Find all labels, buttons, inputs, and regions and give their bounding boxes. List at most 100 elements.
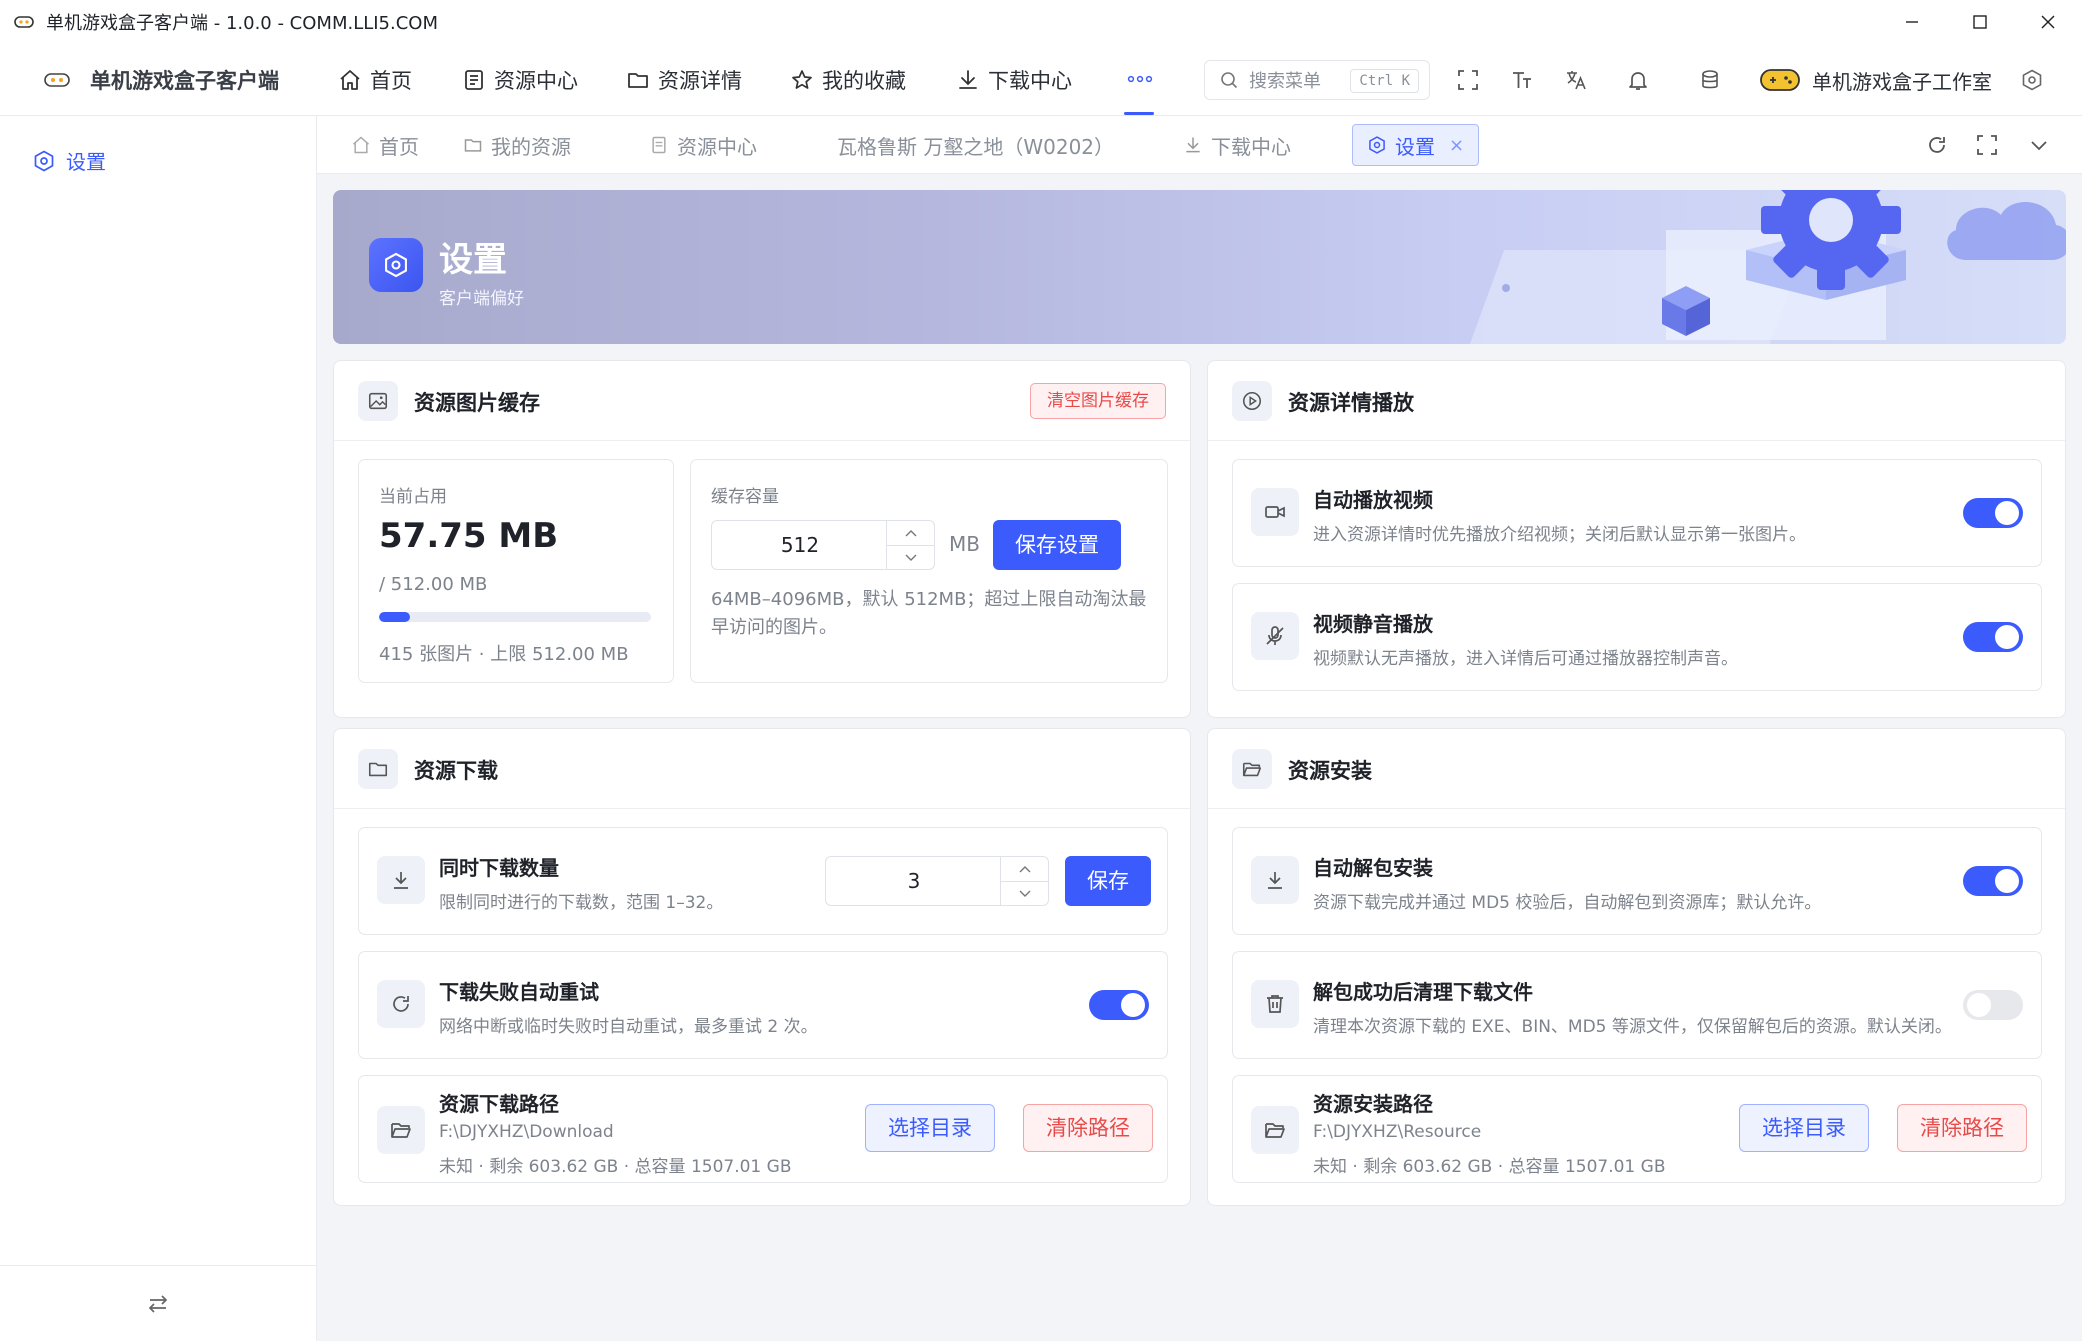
save-concurrent-button[interactable]: 保存 [1065,856,1151,906]
chevron-down-icon[interactable] [2027,133,2051,157]
minimize-button[interactable] [1878,0,1946,44]
fullscreen-icon[interactable] [1456,68,1480,92]
playback-card: 资源详情播放 自动播放视频 进入资源详情时优先播放介绍视频；关闭后默认显示第一张… [1207,360,2066,718]
active-nav-indicator [1124,112,1154,115]
auto-unpack-toggle[interactable] [1963,866,2023,896]
settings-banner: 设置 客户端偏好 [333,190,2066,344]
increment-button[interactable] [1001,857,1048,881]
save-settings-button[interactable]: 保存设置 [993,520,1121,570]
nav-download-center-label: 下载中心 [988,69,1072,93]
clear-install-path-button[interactable]: 清除路径 [1897,1104,2027,1152]
install-path-value: F:\DJYXHZ\Resource [1313,1122,1482,1142]
card-title: 资源图片缓存 [414,391,540,415]
concurrent-value[interactable]: 3 [826,857,1002,905]
retry-toggle[interactable] [1089,990,1149,1020]
setting-row-auto-unpack: 自动解包安装 资源下载完成并通过 MD5 校验后，自动解包到资源库；默认允许。 [1232,827,2042,935]
nav-download-center[interactable]: 下载中心 [956,64,1072,96]
search-shortcut: Ctrl K [1350,69,1419,93]
star-icon [790,68,822,92]
menu-search[interactable]: 搜索菜单 Ctrl K [1204,60,1430,100]
nav-more[interactable] [1124,58,1156,100]
close-button[interactable] [2014,0,2082,44]
setting-row-cleanup: 解包成功后清理下载文件 清理本次资源下载的 EXE、BIN、MD5 等源文件，仅… [1232,951,2042,1059]
brand-name: 单机游戏盒子客户端 [90,69,279,93]
card-title: 资源下载 [414,759,498,783]
capacity-label: 缓存容量 [711,487,779,507]
download-path-value: F:\DJYXHZ\Download [439,1122,614,1142]
row-description: 视频默认无声播放，进入详情后可通过播放器控制声音。 [1313,649,1738,669]
row-description: 限制同时进行的下载数，范围 1–32。 [439,893,724,913]
nav-resource-center[interactable]: 资源中心 [462,64,578,96]
sidebar-collapse-button[interactable] [0,1265,316,1341]
setting-row-download-path: 资源下载路径 F:\DJYXHZ\Download 未知 · 剩余 603.62… [358,1075,1168,1183]
toggle-knob [1995,501,2019,525]
row-title: 自动播放视频 [1313,488,1433,512]
translate-icon[interactable] [1564,68,1588,92]
cache-capacity-box: 缓存容量 512 MB 保存设置 64MB–4096MB，默认 512MB；超过… [690,459,1168,683]
folder-open-icon [377,1106,425,1154]
tab-resource-detail[interactable]: 瓦格鲁斯 万壑之地（W0202） [837,124,1114,166]
cache-footer: 415 张图片 · 上限 512.00 MB [379,644,629,665]
tab-home[interactable]: 首页 [351,124,419,166]
tab-settings[interactable]: 设置 × [1352,124,1480,166]
gamepad-icon [14,12,34,32]
brand[interactable]: 单机游戏盒子客户端 [44,64,279,96]
tab-close-icon[interactable]: × [1449,135,1464,156]
trash-icon [1251,980,1299,1028]
nav-home[interactable]: 首页 [338,64,412,96]
autoplay-toggle[interactable] [1963,498,2023,528]
increment-button[interactable] [887,521,934,545]
choose-install-dir-button[interactable]: 选择目录 [1739,1104,1869,1152]
sidebar-item-settings[interactable]: 设置 [32,146,106,175]
nav-favorites[interactable]: 我的收藏 [790,64,906,96]
swap-arrows-icon [146,1292,170,1316]
nav-resource-detail[interactable]: 资源详情 [626,64,742,96]
download-icon [377,856,425,904]
maximize-button[interactable] [1946,0,2014,44]
folder-open-icon [1251,1106,1299,1154]
card-header: 资源下载 [334,729,1190,809]
clear-image-cache-button[interactable]: 清空图片缓存 [1030,383,1166,419]
studio-account[interactable]: 单机游戏盒子工作室 [1760,64,1992,96]
decrement-button[interactable] [1001,881,1048,905]
capacity-stepper[interactable]: 512 [711,520,935,570]
toggle-knob [1995,625,2019,649]
close-icon [2040,14,2056,30]
cleanup-toggle[interactable] [1963,990,2023,1020]
folder-icon [626,68,658,92]
choose-download-dir-button[interactable]: 选择目录 [865,1104,995,1152]
bell-icon[interactable] [1626,68,1650,92]
refresh-icon[interactable] [1925,133,1949,157]
concurrent-stepper[interactable]: 3 [825,856,1049,906]
install-disk-space: 未知 · 剩余 603.62 GB · 总容量 1507.01 GB [1313,1157,1666,1177]
search-placeholder: 搜索菜单 [1249,71,1321,92]
tab-my-resources[interactable]: 我的资源 [463,124,571,166]
tab-label: 我的资源 [491,134,571,159]
database-icon[interactable] [1698,68,1722,92]
toggle-knob [1967,993,1991,1017]
tab-resource-center[interactable]: 资源中心 [649,124,757,166]
tab-download-center[interactable]: 下载中心 [1183,124,1291,166]
folder-open-icon [1232,749,1272,789]
toggle-knob [1995,869,2019,893]
tab-label: 设置 [1395,134,1435,159]
capacity-value[interactable]: 512 [712,521,888,569]
settings-gear-icon[interactable] [2020,68,2044,92]
tab-label: 首页 [379,134,419,159]
row-title: 资源下载路径 [439,1092,559,1116]
row-description: 清理本次资源下载的 EXE、BIN、MD5 等源文件，仅保留解包后的资源。默认关… [1313,1017,1952,1037]
setting-row-retry: 下载失败自动重试 网络中断或临时失败时自动重试，最多重试 2 次。 [358,951,1168,1059]
page-subtitle: 客户端偏好 [439,289,524,309]
gear-icon [1367,135,1395,155]
studio-gamepad-icon [1760,66,1800,94]
card-title: 资源详情播放 [1288,391,1414,415]
cache-usage-progress [379,612,651,622]
muted-toggle[interactable] [1963,622,2023,652]
tab-fullscreen-icon[interactable] [1975,133,1999,157]
chevron-down-icon [905,554,917,562]
stepper-arrows [886,521,934,569]
cache-usage-progress-fill [379,612,410,622]
clear-download-path-button[interactable]: 清除路径 [1023,1104,1153,1152]
font-size-icon[interactable] [1510,68,1534,92]
decrement-button[interactable] [887,545,934,569]
